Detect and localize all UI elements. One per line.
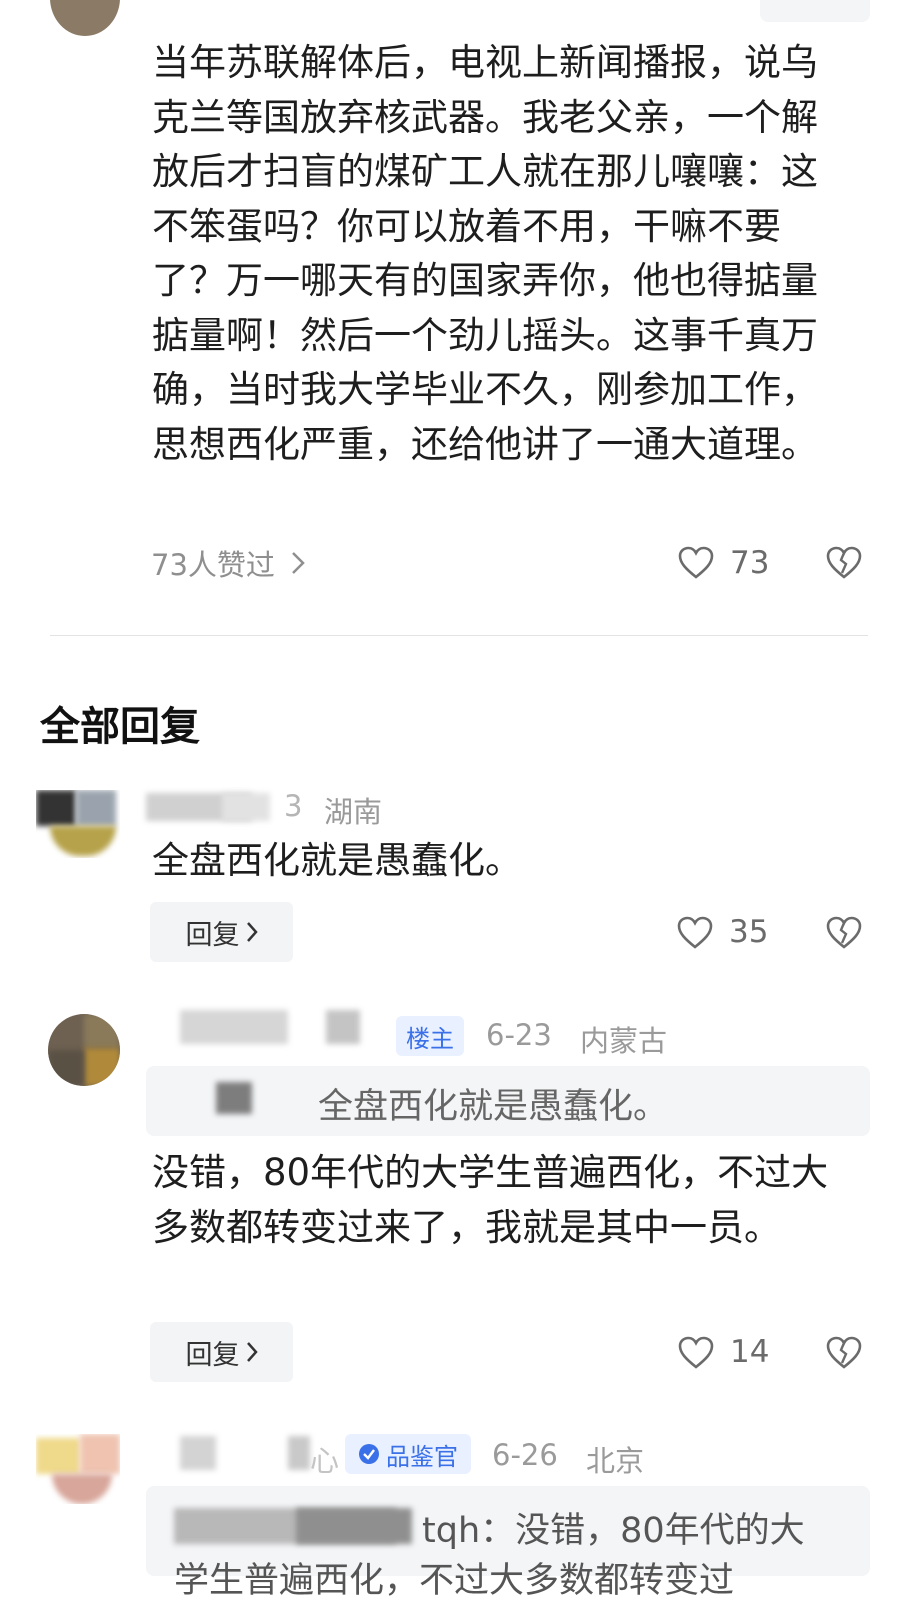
dislike-button[interactable] <box>826 1336 862 1370</box>
like-button[interactable] <box>678 546 714 580</box>
like-button[interactable] <box>678 1336 714 1370</box>
avatar[interactable] <box>36 1434 120 1504</box>
location: 湖南 <box>324 795 383 829</box>
reply-label: 回复 <box>185 919 240 951</box>
like-count: 73 <box>730 545 770 581</box>
likers-link[interactable]: 73人赞过 <box>151 543 305 583</box>
username-redacted <box>326 1010 360 1044</box>
chevron-right-icon <box>246 921 258 943</box>
owner-badge: 楼主 <box>396 1016 464 1056</box>
broken-heart-icon <box>826 916 862 950</box>
username-fragment: 3 <box>284 789 303 823</box>
heart-outline-icon <box>677 916 713 950</box>
comment-text: 当年苏联解体后，电视上新闻播报，说乌克兰等国放弃核武器。我老父亲，一个解放后才扫… <box>152 41 818 466</box>
username-redacted <box>180 1436 216 1470</box>
like-count: 14 <box>730 1334 770 1370</box>
avatar[interactable] <box>48 1014 120 1086</box>
divider <box>50 635 868 636</box>
avatar[interactable] <box>36 790 120 858</box>
quoted-comment[interactable]: 全盘西化就是愚蠢化。 <box>146 1066 870 1136</box>
quoted-text-line1: 没错，80年代的大 <box>515 1511 805 1551</box>
verified-check-icon <box>358 1443 380 1465</box>
reply-button[interactable]: 回复 <box>150 902 293 962</box>
heart-outline-icon <box>678 1336 714 1370</box>
date: 6-23 <box>486 1018 552 1052</box>
username-redacted <box>288 1436 310 1470</box>
dislike-button[interactable] <box>826 916 862 950</box>
reply-text: 全盘西化就是愚蠢化。 <box>152 839 522 882</box>
date: 6-26 <box>492 1438 558 1472</box>
quoted-text: tqh：没错，80年代的大 <box>422 1502 805 1553</box>
reply-text: 没错，80年代的大学生普遍西化，不过大多数都转变过来了，我就是其中一员。 <box>152 1151 829 1249</box>
avatar[interactable] <box>50 0 120 36</box>
username-fragment: 心 <box>310 1444 340 1478</box>
quoted-comment[interactable]: tqh：没错，80年代的大 学生普遍西化，不过大多数都转变过 <box>146 1486 870 1601</box>
likers-label: 73人赞过 <box>151 548 275 582</box>
quoted-username-redacted <box>216 1082 252 1114</box>
broken-heart-icon <box>826 1336 862 1370</box>
like-button[interactable] <box>677 916 713 950</box>
quoted-text-line2: 学生普遍西化，不过大多数都转变过 <box>174 1561 735 1601</box>
heart-outline-icon <box>678 546 714 580</box>
like-count: 35 <box>729 914 769 950</box>
location: 北京 <box>586 1444 645 1478</box>
username-redacted <box>222 793 270 821</box>
reply-button[interactable]: 回复 <box>150 1322 293 1382</box>
chevron-right-icon <box>246 1341 258 1363</box>
badge-label: 品鉴官 <box>386 1442 458 1471</box>
location: 内蒙古 <box>580 1024 668 1058</box>
dislike-button[interactable] <box>826 546 862 580</box>
connoisseur-badge: 品鉴官 <box>345 1434 471 1474</box>
quoted-text: 全盘西化就是愚蠢化。 <box>318 1087 669 1127</box>
quoted-username-redacted <box>296 1508 412 1544</box>
chevron-right-icon <box>291 551 305 575</box>
broken-heart-icon <box>826 546 862 580</box>
section-title: 全部回复 <box>40 704 200 750</box>
username-redacted <box>180 1010 288 1044</box>
reply-label: 回复 <box>185 1339 240 1371</box>
quoted-prefix: tqh： <box>422 1511 516 1551</box>
top-quote-box-edge <box>760 0 870 22</box>
